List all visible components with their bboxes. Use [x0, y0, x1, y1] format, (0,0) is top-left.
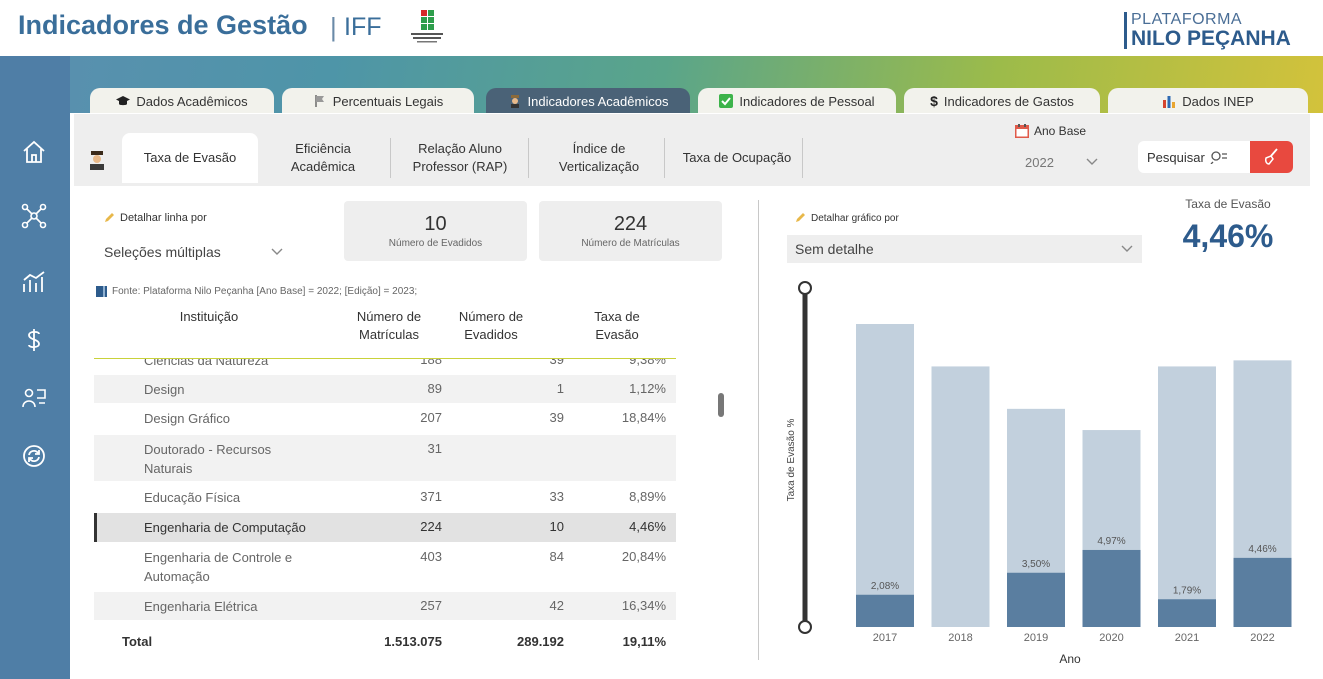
subtab-taxa-de-evasao[interactable]: Taxa de Evasão [122, 133, 258, 183]
table-row[interactable]: Engenharia Elétrica 257 42 16,34% [94, 592, 676, 620]
graduation-cap-icon [116, 96, 131, 106]
network-icon[interactable] [14, 196, 54, 236]
checkbox-icon [719, 94, 734, 108]
table-row[interactable]: Ciências da Natureza 188 39 9,38% [94, 359, 676, 372]
bar-chart-icon [1163, 96, 1176, 108]
column-header-evadidos[interactable]: Número de Evadidos [446, 308, 536, 344]
ano-base-dropdown[interactable]: 2022 [1015, 148, 1107, 176]
x-axis-label: Ano [1059, 652, 1081, 666]
table-row[interactable]: Design Gráfico 207 39 18,84% [94, 404, 676, 434]
evasao-table: Instituição Número de Matrículas Número … [94, 300, 676, 666]
kpi-taxa-evasao-label: Taxa de Evasão [1185, 197, 1271, 211]
subtab-divider [802, 138, 803, 178]
row-detail-label: Detalhar linha por [103, 212, 207, 224]
book-icon [96, 286, 107, 297]
kpi-card-evadidos: 10 Número de Evadidos [344, 201, 527, 261]
chart-detail-dropdown[interactable]: Sem detalhe [787, 235, 1142, 263]
page-subtitle: IFF [344, 13, 382, 41]
table-row[interactable]: Educação Física 371 33 8,89% [94, 483, 676, 513]
clear-filters-button[interactable] [1250, 141, 1293, 173]
slider-handle-bottom[interactable] [798, 620, 812, 634]
tab-dados-inep[interactable]: Dados INEP [1108, 88, 1308, 114]
data-label-2020: 4,97% [1097, 536, 1125, 547]
student-avatar-icon [90, 151, 104, 170]
subtab-divider [390, 138, 391, 178]
table-total-row: Total 1.513.075 289.192 19,11% [122, 634, 666, 649]
column-header-instituicao[interactable]: Instituição [134, 308, 284, 326]
home-icon[interactable] [14, 132, 54, 172]
table-scrollbar[interactable] [718, 393, 724, 417]
dollar-icon[interactable] [14, 320, 54, 360]
column-header-taxa-evasao[interactable]: Taxa de Evasão [564, 308, 670, 344]
chevron-down-icon [271, 248, 283, 255]
x-tick-label-2017: 2017 [873, 632, 897, 644]
chevron-down-icon [1121, 245, 1133, 252]
title-separator: | [330, 12, 337, 42]
app-header: Indicadores de Gestão | IFF PLATAFORMA N… [0, 0, 1323, 60]
column-header-matriculas[interactable]: Número de Matrículas [344, 308, 434, 344]
evasao-bar-chart: Taxa de Evasão % 2,08% 2017 2018 3,50% 2019 4… [786, 281, 1292, 666]
ano-base-label: Ano Base [1015, 124, 1086, 138]
pencil-icon [796, 213, 805, 222]
tab-indicadores-pessoal[interactable]: Indicadores de Pessoal [698, 88, 896, 114]
x-tick-label-2021: 2021 [1175, 632, 1199, 644]
bar-evasao-2020[interactable] [1082, 549, 1141, 627]
subtab-eficiencia-academica[interactable]: Eficiência Acadêmica [270, 133, 376, 183]
flag-icon [315, 95, 324, 107]
bar-evasao-2021[interactable] [1158, 599, 1216, 627]
search-icon [1210, 151, 1227, 164]
data-label-2019: 3,50% [1022, 559, 1050, 570]
subtab-relacao-aluno-professor[interactable]: Relação Aluno Professor (RAP) [396, 133, 524, 183]
dollar-sign-icon: $ [930, 93, 938, 109]
bar-evasao-2022[interactable] [1233, 557, 1292, 627]
institute-logo [411, 10, 443, 43]
kpi-taxa-evasao-value: 4,46% [1182, 218, 1274, 254]
subtab-divider [528, 138, 529, 178]
x-tick-label-2022: 2022 [1250, 632, 1274, 644]
data-label-2021: 1,79% [1173, 585, 1201, 596]
data-label-2022: 4,46% [1248, 544, 1276, 555]
chart-detail-label: Detalhar gráfico por [794, 212, 899, 224]
table-row-selected[interactable]: Engenharia de Computação 224 10 4,46% [94, 513, 676, 542]
tab-percentuais-legais[interactable]: Percentuais Legais [282, 88, 474, 114]
analytics-icon[interactable] [14, 262, 54, 302]
x-tick-label-2020: 2020 [1099, 632, 1123, 644]
student-icon [510, 95, 519, 108]
calendar-icon [1015, 124, 1029, 138]
slider-handle-top[interactable] [798, 281, 812, 295]
kpi-card-matriculas: 224 Número de Matrículas [539, 201, 722, 261]
table-row[interactable]: Doutorado - Recursos Naturais 31 [94, 435, 676, 481]
table-body[interactable]: Ciências da Natureza 188 39 9,38% Design… [94, 358, 676, 620]
x-tick-label-2018: 2018 [948, 632, 972, 644]
eraser-icon [1264, 148, 1278, 165]
refresh-icon[interactable] [14, 436, 54, 476]
table-row[interactable]: Engenharia de Controle e Automação 403 8… [94, 543, 676, 591]
data-label-2017: 2,08% [871, 581, 899, 592]
subtab-divider [664, 138, 665, 178]
y-range-slider[interactable] [798, 281, 812, 634]
brand-logo: PLATAFORMA NILO PEÇANHA [1124, 12, 1291, 49]
people-icon[interactable] [14, 378, 54, 418]
source-note: Fonte: Plataforma Nilo Peçanha [Ano Base… [96, 286, 417, 297]
table-row[interactable]: Design 89 1 1,12% [94, 375, 676, 403]
tab-indicadores-academicos[interactable]: Indicadores Acadêmicos [486, 88, 690, 114]
left-rail [0, 56, 70, 679]
bar-total-2018[interactable] [931, 366, 990, 627]
bar-evasao-2019[interactable] [1007, 572, 1065, 627]
subtab-indice-verticalizacao[interactable]: Índice de Verticalização [540, 133, 658, 183]
pencil-icon [105, 213, 114, 222]
row-detail-dropdown[interactable]: Seleções múltiplas [98, 238, 294, 266]
search-button[interactable]: Pesquisar [1138, 141, 1252, 173]
y-axis-label: Taxa de Evasão % [786, 418, 797, 501]
subtab-taxa-de-ocupacao[interactable]: Taxa de Ocupação [672, 133, 802, 183]
page-title: Indicadores de Gestão [18, 10, 308, 40]
tab-indicadores-gastos[interactable]: $ Indicadores de Gastos [904, 88, 1100, 114]
chevron-down-icon [1086, 158, 1098, 165]
section-divider [758, 200, 759, 660]
tab-dados-academicos[interactable]: Dados Acadêmicos [90, 88, 274, 114]
bar-evasao-2017[interactable] [856, 594, 914, 627]
x-tick-label-2019: 2019 [1024, 632, 1048, 644]
